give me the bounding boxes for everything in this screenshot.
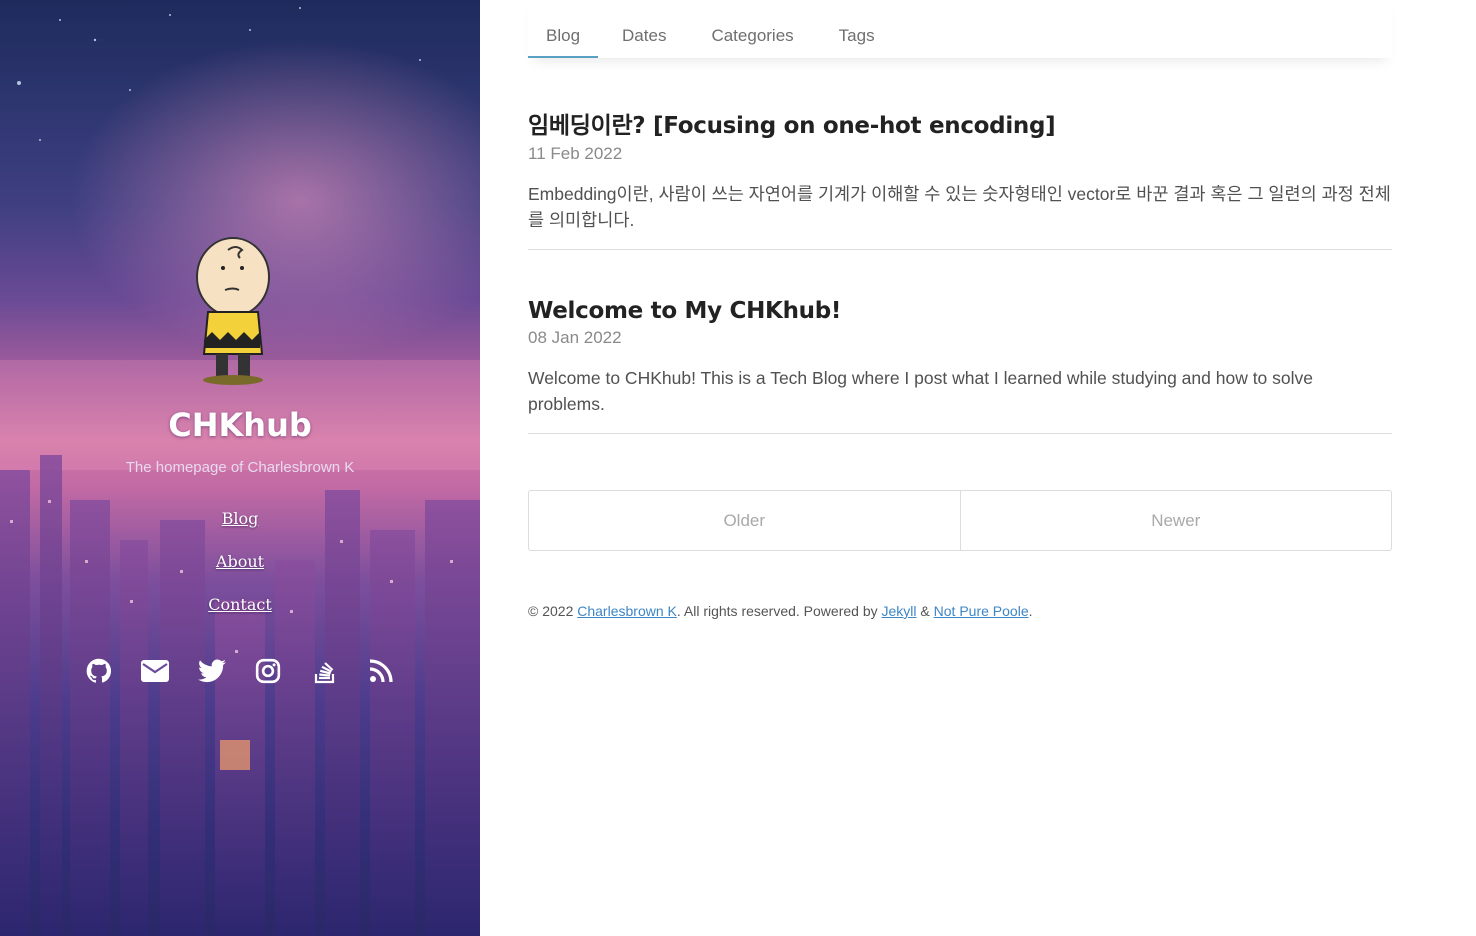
sidebar-nav: Blog About Contact bbox=[0, 508, 480, 616]
instagram-icon[interactable] bbox=[253, 656, 283, 686]
profile-avatar bbox=[196, 237, 270, 385]
post-title[interactable]: 임베딩이란? [Focusing on one-hot encoding] bbox=[528, 106, 1392, 140]
footer-rights-text: . All rights reserved. Powered by bbox=[676, 603, 882, 619]
nav-link-about[interactable]: About bbox=[216, 551, 264, 573]
post-item: 임베딩이란? [Focusing on one-hot encoding] 11… bbox=[528, 106, 1392, 250]
github-icon[interactable] bbox=[84, 656, 114, 686]
footer: © 2022 Charlesbrown K. All rights reserv… bbox=[528, 603, 1033, 619]
nav-link-contact[interactable]: Contact bbox=[208, 594, 272, 616]
post-excerpt: Embedding이란, 사람이 쓰는 자연어를 기계가 이해할 수 있는 숫자… bbox=[528, 184, 1391, 230]
tab-tags[interactable]: Tags bbox=[815, 0, 896, 58]
tab-bar: Blog Dates Categories Tags bbox=[528, 0, 1392, 58]
post-title[interactable]: Welcome to My CHKhub! bbox=[528, 298, 1392, 324]
email-icon[interactable] bbox=[140, 656, 170, 686]
post-excerpt: Welcome to CHKhub! This is a Tech Blog w… bbox=[528, 368, 1314, 414]
main-content: Blog Dates Categories Tags 임베딩이란? [Focus… bbox=[528, 0, 1392, 619]
footer-jekyll-link[interactable]: Jekyll bbox=[882, 603, 917, 619]
stackoverflow-icon[interactable] bbox=[310, 656, 340, 686]
footer-copyright: © 2022 bbox=[528, 603, 578, 619]
older-button[interactable]: Older bbox=[529, 491, 960, 550]
rss-icon[interactable] bbox=[366, 656, 396, 686]
tab-categories[interactable]: Categories bbox=[687, 0, 814, 58]
site-description: The homepage of Charlesbrown K bbox=[125, 459, 355, 476]
footer-theme-link[interactable]: Not Pure Poole bbox=[934, 603, 1029, 619]
tab-blog[interactable]: Blog bbox=[528, 0, 599, 58]
social-links bbox=[84, 656, 396, 686]
footer-ampersand: & bbox=[916, 603, 934, 619]
nav-link-blog[interactable]: Blog bbox=[222, 508, 259, 530]
site-title: CHKhub bbox=[168, 406, 312, 444]
tab-dates[interactable]: Dates bbox=[598, 0, 687, 58]
newer-button[interactable]: Newer bbox=[959, 491, 1392, 550]
post-item: Welcome to My CHKhub! 08 Jan 2022 Welcom… bbox=[528, 298, 1392, 434]
pagination: Older Newer bbox=[528, 490, 1392, 551]
footer-period: . bbox=[1028, 603, 1033, 619]
twitter-icon[interactable] bbox=[197, 656, 227, 686]
post-date: 11 Feb 2022 bbox=[528, 144, 623, 163]
footer-author-link[interactable]: Charlesbrown K bbox=[577, 603, 677, 619]
post-date: 08 Jan 2022 bbox=[528, 328, 622, 347]
sidebar: CHKhub The homepage of Charlesbrown K Bl… bbox=[0, 0, 480, 936]
